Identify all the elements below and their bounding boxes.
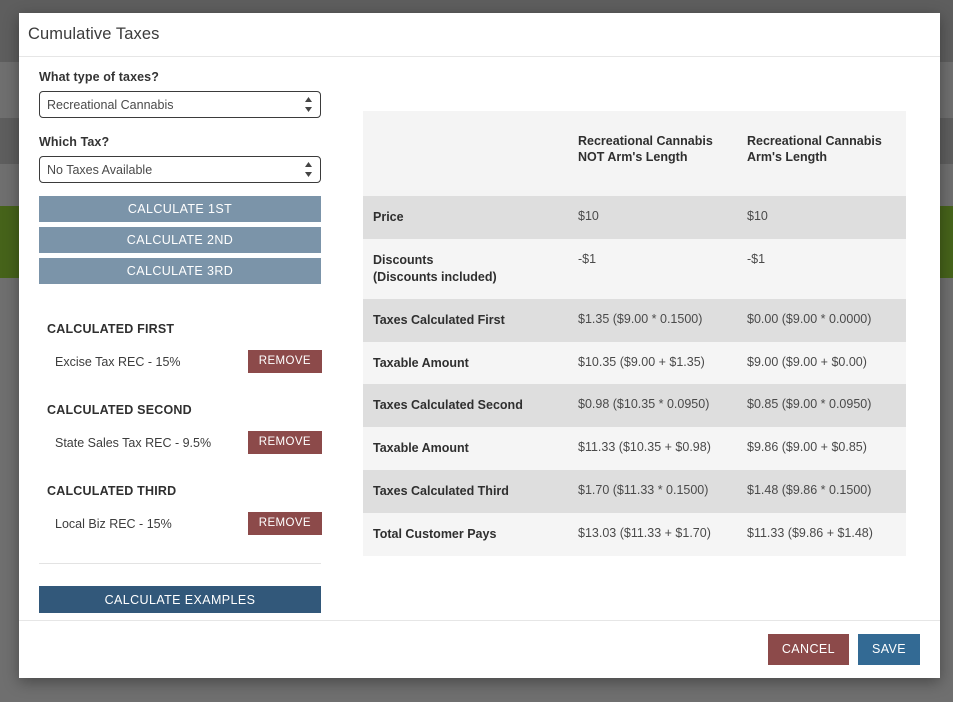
list-item: Excise Tax REC - 15% REMOVE — [39, 350, 323, 373]
modal-body: What type of taxes? Recreational Cannabi… — [19, 57, 940, 620]
table-row: Taxable Amount $11.33 ($10.35 + $0.98) $… — [363, 427, 906, 470]
row-label-line1: Taxes Calculated Third — [373, 483, 568, 500]
row-label: Taxable Amount — [363, 427, 568, 470]
remove-calculated-third-button[interactable]: REMOVE — [248, 512, 322, 535]
cell-not-arms-length: $10.35 ($9.00 + $1.35) — [568, 342, 737, 385]
column-header-arms-length-line1: Recreational Cannabis — [747, 133, 906, 149]
list-item: Local Biz REC - 15% REMOVE — [39, 512, 323, 535]
which-tax-select[interactable]: No Taxes Available — [39, 156, 321, 183]
table-row: Price $10 $10 — [363, 196, 906, 239]
cancel-button[interactable]: CANCEL — [768, 634, 849, 665]
row-label: Price — [363, 196, 568, 239]
calculate-order-buttons: CALCULATE 1ST CALCULATE 2ND CALCULATE 3R… — [39, 196, 323, 284]
tax-type-select-value: Recreational Cannabis — [47, 98, 173, 112]
table-row: Total Customer Pays $13.03 ($11.33 + $1.… — [363, 513, 906, 556]
table-header-row: Recreational Cannabis NOT Arm's Length R… — [363, 111, 906, 196]
tax-type-select[interactable]: Recreational Cannabis — [39, 91, 321, 118]
column-header-blank — [363, 111, 568, 196]
cell-not-arms-length: -$1 — [568, 239, 737, 299]
cell-arms-length: $9.00 ($9.00 + $0.00) — [737, 342, 906, 385]
row-label-line2: (Discounts included) — [373, 269, 568, 286]
row-label-line1: Total Customer Pays — [373, 526, 568, 543]
calculated-second-tax-name: State Sales Tax REC - 9.5% — [55, 436, 211, 450]
examples-table-body: Price $10 $10 Discounts (Discounts inclu… — [363, 196, 906, 556]
row-label-line1: Taxable Amount — [373, 440, 568, 457]
column-header-not-arms-length: Recreational Cannabis NOT Arm's Length — [568, 111, 737, 196]
save-button[interactable]: SAVE — [858, 634, 920, 665]
tax-type-select-wrap: Recreational Cannabis — [39, 91, 321, 118]
calculated-second-heading: CALCULATED SECOND — [47, 403, 323, 417]
row-label-line1: Taxable Amount — [373, 355, 568, 372]
calculated-third-heading: CALCULATED THIRD — [47, 484, 323, 498]
examples-table-head: Recreational Cannabis NOT Arm's Length R… — [363, 111, 906, 196]
modal-footer: CANCEL SAVE — [19, 620, 940, 677]
remove-calculated-first-button[interactable]: REMOVE — [248, 350, 322, 373]
cumulative-taxes-modal: Cumulative Taxes What type of taxes? Rec… — [19, 13, 940, 678]
table-row: Discounts (Discounts included) -$1 -$1 — [363, 239, 906, 299]
row-label: Taxes Calculated Second — [363, 384, 568, 427]
cell-not-arms-length: $13.03 ($11.33 + $1.70) — [568, 513, 737, 556]
calculated-third-group: CALCULATED THIRD Local Biz REC - 15% REM… — [39, 484, 323, 535]
cell-not-arms-length: $10 — [568, 196, 737, 239]
remove-calculated-second-button[interactable]: REMOVE — [248, 431, 322, 454]
row-label: Taxes Calculated First — [363, 299, 568, 342]
row-label: Taxable Amount — [363, 342, 568, 385]
cell-not-arms-length: $0.98 ($10.35 * 0.0950) — [568, 384, 737, 427]
row-label-line1: Taxes Calculated Second — [373, 397, 568, 414]
cell-arms-length: $10 — [737, 196, 906, 239]
row-label-line1: Taxes Calculated First — [373, 312, 568, 329]
list-item: State Sales Tax REC - 9.5% REMOVE — [39, 431, 323, 454]
calculated-third-tax-name: Local Biz REC - 15% — [55, 517, 172, 531]
examples-table: Recreational Cannabis NOT Arm's Length R… — [363, 111, 906, 556]
cell-not-arms-length: $11.33 ($10.35 + $0.98) — [568, 427, 737, 470]
divider — [39, 563, 321, 564]
column-header-not-arms-length-line2: NOT Arm's Length — [578, 149, 737, 165]
cell-arms-length: -$1 — [737, 239, 906, 299]
cell-arms-length: $9.86 ($9.00 + $0.85) — [737, 427, 906, 470]
which-tax-select-value: No Taxes Available — [47, 163, 152, 177]
cell-arms-length: $11.33 ($9.86 + $1.48) — [737, 513, 906, 556]
row-label: Taxes Calculated Third — [363, 470, 568, 513]
which-tax-label: Which Tax? — [39, 135, 323, 149]
tax-config-panel: What type of taxes? Recreational Cannabi… — [39, 57, 323, 613]
row-label-line1: Discounts — [373, 252, 568, 269]
calculated-first-heading: CALCULATED FIRST — [47, 322, 323, 336]
table-row: Taxes Calculated Second $0.98 ($10.35 * … — [363, 384, 906, 427]
cell-not-arms-length: $1.35 ($9.00 * 0.1500) — [568, 299, 737, 342]
table-row: Taxable Amount $10.35 ($9.00 + $1.35) $9… — [363, 342, 906, 385]
cell-arms-length: $0.85 ($9.00 * 0.0950) — [737, 384, 906, 427]
column-header-arms-length-line2: Arm's Length — [747, 149, 906, 165]
examples-table-wrap: Recreational Cannabis NOT Arm's Length R… — [363, 111, 906, 556]
calculate-examples-button[interactable]: CALCULATE EXAMPLES — [39, 586, 321, 613]
calculate-2nd-button[interactable]: CALCULATE 2ND — [39, 227, 321, 253]
calculated-first-tax-name: Excise Tax REC - 15% — [55, 355, 181, 369]
calculate-3rd-button[interactable]: CALCULATE 3RD — [39, 258, 321, 284]
page-title: Cumulative Taxes — [28, 25, 160, 44]
table-row: Taxes Calculated First $1.35 ($9.00 * 0.… — [363, 299, 906, 342]
calculated-second-group: CALCULATED SECOND State Sales Tax REC - … — [39, 403, 323, 454]
cell-arms-length: $0.00 ($9.00 * 0.0000) — [737, 299, 906, 342]
modal-header: Cumulative Taxes — [19, 13, 940, 57]
column-header-arms-length: Recreational Cannabis Arm's Length — [737, 111, 906, 196]
row-label: Discounts (Discounts included) — [363, 239, 568, 299]
row-label: Total Customer Pays — [363, 513, 568, 556]
tax-type-label: What type of taxes? — [39, 70, 323, 84]
calculate-1st-button[interactable]: CALCULATE 1ST — [39, 196, 321, 222]
column-header-not-arms-length-line1: Recreational Cannabis — [578, 133, 737, 149]
calculated-first-group: CALCULATED FIRST Excise Tax REC - 15% RE… — [39, 322, 323, 373]
cell-arms-length: $1.48 ($9.86 * 0.1500) — [737, 470, 906, 513]
which-tax-select-wrap: No Taxes Available — [39, 156, 321, 183]
cell-not-arms-length: $1.70 ($11.33 * 0.1500) — [568, 470, 737, 513]
table-row: Taxes Calculated Third $1.70 ($11.33 * 0… — [363, 470, 906, 513]
row-label-line1: Price — [373, 209, 568, 226]
